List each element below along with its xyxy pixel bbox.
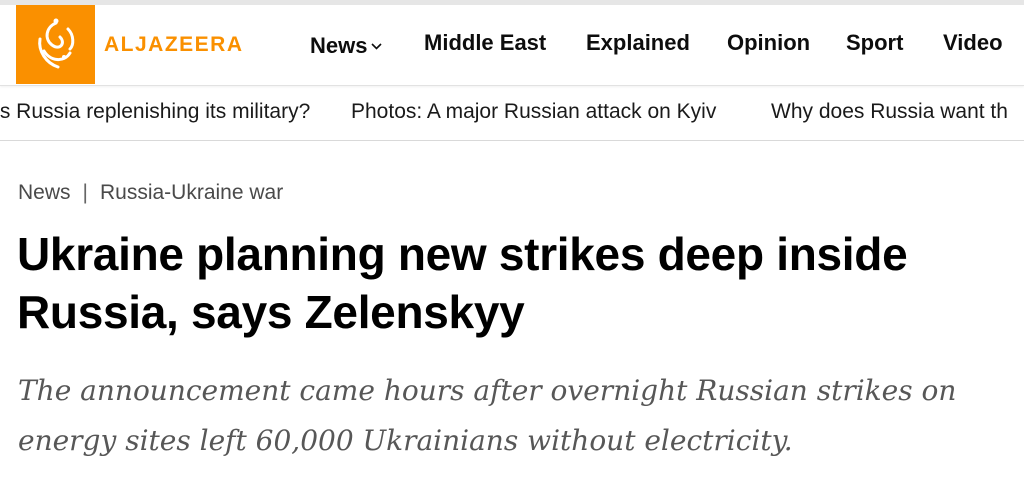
breadcrumb-topic-link[interactable]: Russia-Ukraine war (100, 181, 283, 204)
article-headline: Ukraine planning new strikes deep inside… (17, 228, 908, 338)
site-header: ALJAZEERA News Middle East Explained Opi… (0, 5, 1024, 86)
nav-item-middle-east[interactable]: Middle East (424, 30, 546, 56)
breadcrumb-separator: | (82, 181, 88, 204)
ticker-item[interactable]: Is Russia replenishing its military? (0, 100, 310, 124)
nav-item-sport[interactable]: Sport (846, 30, 903, 56)
logo[interactable] (16, 5, 95, 84)
aljazeera-logo-icon (38, 18, 75, 69)
nav-item-opinion[interactable]: Opinion (727, 30, 810, 56)
nav-item-label: News (310, 33, 368, 58)
breadcrumb: News | Russia-Ukraine war (18, 181, 283, 205)
breadcrumb-section-link[interactable]: News (18, 181, 71, 204)
ticker-item[interactable]: Photos: A major Russian attack on Kyiv (351, 100, 716, 124)
ticker-item[interactable]: Why does Russia want th (771, 100, 1008, 124)
trending-ticker: Is Russia replenishing its military? Pho… (0, 86, 1024, 141)
brand-wordmark[interactable]: ALJAZEERA (104, 33, 244, 57)
article-subheadline: The announcement came hours after overni… (18, 374, 957, 457)
nav-item-news[interactable]: News (310, 30, 383, 59)
nav-item-video[interactable]: Video (943, 30, 1003, 56)
chevron-down-icon (371, 30, 383, 56)
nav-item-explained[interactable]: Explained (586, 30, 690, 56)
